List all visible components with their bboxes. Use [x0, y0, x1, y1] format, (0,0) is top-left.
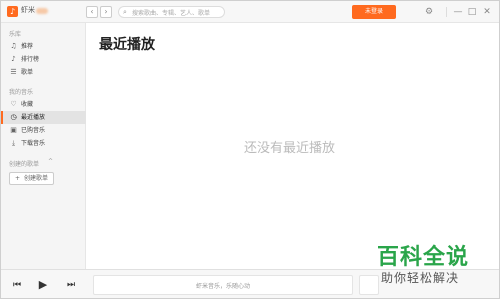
sidebar: 乐库 ♫ 推荐 ♪ 排行榜 ☰ 歌单 我的音乐 ♡ 收藏 ◷ 最近播放 ▣ 已购…: [1, 23, 86, 269]
sidebar-item-label: 歌单: [21, 69, 34, 76]
divider: [446, 7, 447, 17]
sidebar-item-charts[interactable]: ♪ 排行榜: [1, 53, 86, 66]
sidebar-item-recommend[interactable]: ♫ 推荐: [1, 40, 86, 53]
title-bar: ♪ 虾米 ‹ › ⌕ 搜索歌曲、专辑、艺人、歌单 未登录 ⚙ — □ ✕: [1, 1, 499, 23]
chevron-up-icon: ^: [48, 158, 54, 165]
app-logo-icon: ♪: [7, 6, 18, 17]
purchased-icon: ▣: [10, 126, 17, 134]
volume-box[interactable]: [359, 275, 379, 295]
logo-blurred-text: [36, 8, 48, 14]
chart-icon: ♪: [11, 55, 16, 63]
forward-button[interactable]: ›: [100, 6, 112, 18]
playlist-icon: ☰: [10, 68, 17, 76]
minimize-button[interactable]: —: [452, 5, 464, 19]
next-button[interactable]: ⏭: [64, 278, 78, 292]
section-title-created: 创建的歌单: [9, 161, 40, 168]
sidebar-item-label: 最近播放: [21, 114, 46, 121]
minimize-icon: —: [453, 7, 463, 17]
clock-icon: ◷: [10, 113, 17, 121]
now-playing-text: 虾米音乐，乐随心动: [195, 283, 250, 290]
previous-icon: ⏮: [12, 280, 22, 290]
download-icon: ⤓: [11, 139, 16, 147]
empty-state-text: 还没有最近播放: [244, 141, 336, 156]
main-content: 最近播放 还没有最近播放: [87, 23, 499, 269]
create-playlist-button[interactable]: + 创建歌单: [9, 172, 54, 185]
sidebar-item-playlists[interactable]: ☰ 歌单: [1, 66, 86, 79]
play-icon: ▶: [38, 278, 48, 291]
back-button[interactable]: ‹: [86, 6, 98, 18]
chevron-left-icon: ‹: [90, 7, 94, 16]
page-title: 最近播放: [99, 37, 155, 53]
maximize-button[interactable]: □: [466, 5, 478, 19]
watermark-title: 百科全说: [377, 245, 470, 270]
sidebar-item-label: 下载音乐: [21, 140, 46, 147]
app-name: 虾米: [21, 6, 35, 14]
sidebar-item-purchased[interactable]: ▣ 已购音乐: [1, 124, 86, 137]
previous-button[interactable]: ⏮: [10, 278, 24, 292]
app-window: ♪ 虾米 ‹ › ⌕ 搜索歌曲、专辑、艺人、歌单 未登录 ⚙ — □ ✕ 乐库 …: [0, 0, 500, 299]
section-title-my-music: 我的音乐: [9, 89, 34, 96]
close-button[interactable]: ✕: [481, 5, 493, 19]
sidebar-item-recent[interactable]: ◷ 最近播放: [1, 111, 86, 124]
settings-button[interactable]: ⚙: [423, 5, 435, 19]
search-input[interactable]: ⌕ 搜索歌曲、专辑、艺人、歌单: [118, 6, 225, 18]
sidebar-item-favorites[interactable]: ♡ 收藏: [1, 98, 86, 111]
sidebar-item-downloads[interactable]: ⤓ 下载音乐: [1, 137, 86, 150]
sidebar-item-label: 收藏: [21, 101, 34, 108]
search-icon: ⌕: [123, 8, 127, 16]
search-placeholder: 搜索歌曲、专辑、艺人、歌单: [132, 10, 211, 17]
gear-icon: ⚙: [424, 7, 434, 17]
sidebar-item-label: 推荐: [21, 43, 34, 50]
close-icon: ✕: [483, 7, 491, 17]
heart-icon: ♡: [10, 100, 17, 108]
play-button[interactable]: ▶: [36, 278, 50, 292]
section-title-library: 乐库: [9, 31, 22, 38]
create-playlist-label: 创建歌单: [24, 175, 49, 182]
plus-icon: +: [15, 175, 21, 182]
next-icon: ⏭: [66, 280, 76, 290]
chevron-right-icon: ›: [104, 7, 108, 16]
sidebar-item-label: 排行榜: [21, 56, 40, 63]
now-playing-box[interactable]: 虾米音乐，乐随心动: [93, 275, 353, 295]
music-note-icon: ♫: [10, 42, 17, 50]
sidebar-item-label: 已购音乐: [21, 127, 46, 134]
maximize-icon: □: [467, 7, 477, 17]
created-playlists-header[interactable]: 创建的歌单 ^: [1, 158, 86, 168]
watermark-subtitle: 助你轻松解决: [381, 271, 460, 285]
login-button[interactable]: 未登录: [352, 5, 396, 19]
